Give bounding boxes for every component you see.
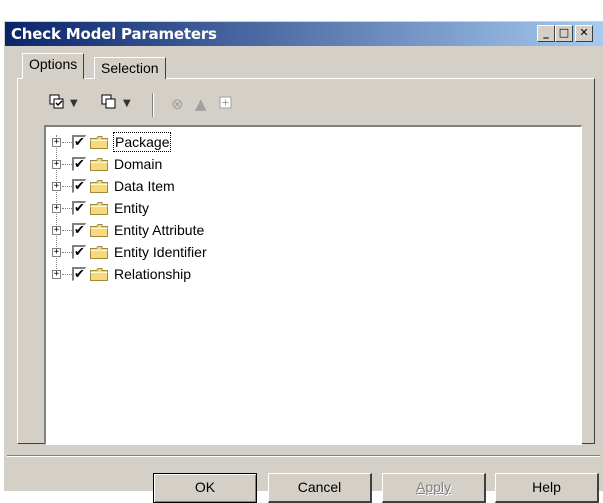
expand-plus-icon[interactable]: +	[52, 182, 61, 191]
dropdown-arrow-icon[interactable]: ▼	[70, 94, 78, 114]
deselect-all-icon[interactable]	[101, 94, 117, 114]
expand-plus-icon[interactable]: +	[52, 270, 61, 279]
folder-icon	[90, 158, 108, 171]
tree-connector	[62, 274, 72, 275]
expand-plus-icon[interactable]: +	[52, 160, 61, 169]
tree-item[interactable]: + ✔ Entity Identifier	[52, 243, 472, 265]
rule-checkbox[interactable]: ✔	[72, 135, 86, 149]
expand-plus-icon[interactable]: +	[52, 248, 61, 257]
tree-item[interactable]: + ✔ Data Item	[52, 177, 472, 199]
folder-icon	[90, 136, 108, 149]
tree-connector	[62, 252, 72, 253]
tree-item-label: Entity	[114, 200, 150, 216]
tree-connector	[62, 164, 72, 165]
close-button[interactable]: ✕	[575, 25, 593, 42]
tree-item-label: Data Item	[114, 178, 175, 194]
folder-icon	[90, 268, 108, 281]
rule-checkbox[interactable]: ✔	[72, 201, 86, 215]
check-model-parameters-dialog: Check Model Parameters _ □ ✕ Options Sel…	[3, 20, 603, 503]
tree-item[interactable]: + ✔ Package	[52, 132, 472, 155]
tab-options[interactable]: Options	[22, 53, 85, 79]
tree-item[interactable]: + ✔ Entity Attribute	[52, 221, 472, 243]
rule-checkbox[interactable]: ✔	[72, 157, 86, 171]
expand-plus-icon[interactable]: +	[52, 138, 61, 147]
folder-icon	[90, 180, 108, 193]
minimize-button[interactable]: _	[537, 25, 555, 42]
folder-icon	[90, 224, 108, 237]
tree-item-label: Package	[113, 132, 172, 152]
maximize-button[interactable]: □	[555, 25, 573, 42]
rule-checkbox[interactable]: ✔	[72, 223, 86, 237]
help-button[interactable]: Help	[495, 473, 599, 503]
tree-connector	[62, 208, 72, 209]
expand-icon	[219, 94, 232, 114]
tree-item[interactable]: + ✔ Relationship	[52, 265, 472, 287]
rule-tree[interactable]: + ✔ Package + ✔ Domain + ✔ Data Item + ✔ Entity + ✔ En…	[44, 125, 582, 445]
tree-item-label: Entity Identifier	[114, 244, 207, 260]
select-all-icon[interactable]	[49, 94, 65, 114]
tree-item[interactable]: + ✔ Entity	[52, 199, 472, 221]
tree-item-label: Domain	[114, 156, 163, 172]
expand-plus-icon[interactable]: +	[52, 226, 61, 235]
dropdown-arrow-icon[interactable]: ▼	[123, 94, 131, 114]
ok-button[interactable]: OK	[153, 473, 257, 503]
dialog-title: Check Model Parameters	[11, 25, 217, 43]
toolbar-separator	[152, 93, 154, 117]
dialog-separator	[7, 455, 600, 457]
title-bar[interactable]: Check Model Parameters _ □ ✕	[5, 22, 603, 46]
rule-checkbox[interactable]: ✔	[72, 267, 86, 281]
tree-connector	[62, 230, 72, 231]
folder-icon	[90, 246, 108, 259]
rule-checkbox[interactable]: ✔	[72, 245, 86, 259]
background-window-strip	[0, 0, 603, 22]
apply-button-label: Apply	[415, 479, 452, 495]
cancel-button[interactable]: Cancel	[268, 473, 372, 503]
rule-checkbox[interactable]: ✔	[72, 179, 86, 193]
apply-button[interactable]: Apply	[382, 473, 486, 503]
folder-icon	[90, 202, 108, 215]
tree-connector	[62, 186, 72, 187]
expand-plus-icon[interactable]: +	[52, 204, 61, 213]
warning-icon: ▲	[195, 95, 207, 113]
tree-item-label: Entity Attribute	[114, 222, 205, 238]
tree-item-label: Relationship	[114, 266, 192, 282]
tree-connector	[62, 142, 72, 143]
error-icon: ⊗	[171, 95, 184, 113]
tree-item[interactable]: + ✔ Domain	[52, 155, 472, 177]
tab-selection[interactable]: Selection	[94, 57, 166, 79]
